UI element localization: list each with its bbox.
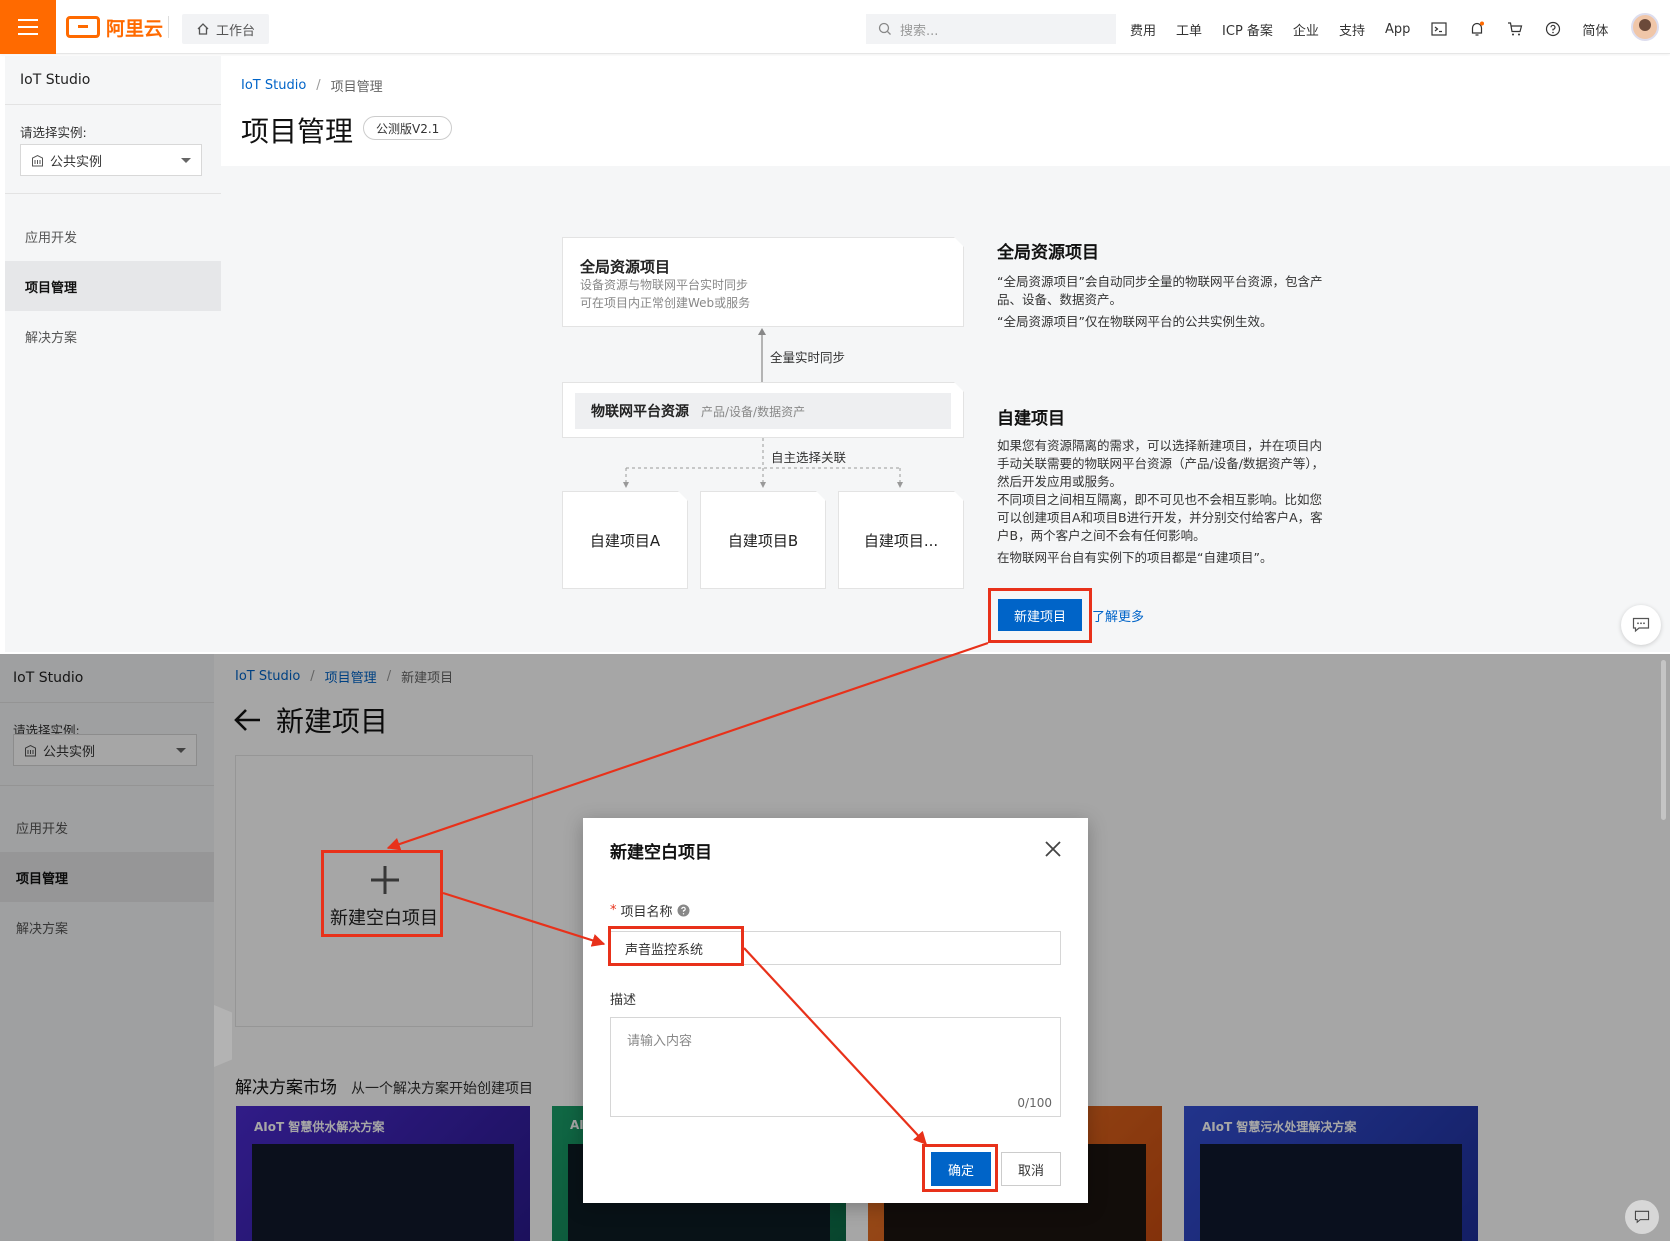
arrow-name-input-to-confirm <box>743 947 927 1145</box>
arrow-new-project-to-blank-card <box>386 641 989 851</box>
annotation-arrows <box>386 641 989 1145</box>
arrow-blank-card-to-name-input <box>442 891 606 947</box>
